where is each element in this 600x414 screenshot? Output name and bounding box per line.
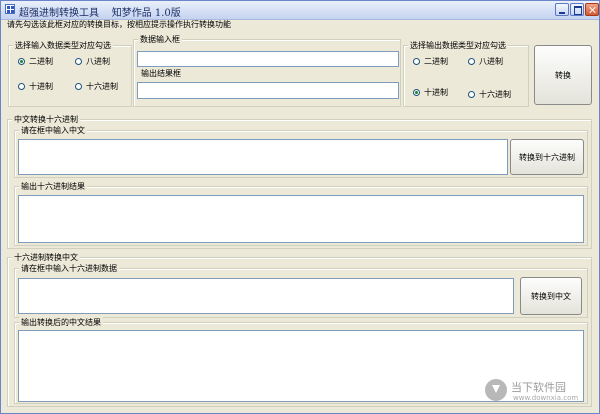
convert-button[interactable]: 转换 <box>534 45 592 105</box>
data-output-legend: 输出结果框 <box>140 68 182 79</box>
cn-input-legend: 请在框中输入中文 <box>19 125 87 136</box>
hex-input-group: 请在框中输入十六进制数据 转换到中文 <box>14 263 588 318</box>
input-radio-octal[interactable]: 八进制 <box>75 55 110 67</box>
output-radio-binary[interactable]: 二进制 <box>413 55 448 67</box>
radio-indicator[interactable] <box>18 82 25 90</box>
hex-input-legend: 请在框中输入十六进制数据 <box>19 263 119 274</box>
hex-output-legend: 输出十六进制结果 <box>19 181 87 192</box>
output-radio-decimal[interactable]: 十进制 <box>413 86 448 98</box>
radio-label: 十进制 <box>29 81 53 91</box>
input-type-group: 选择输入数据类型对应勾选 二进制 八进制 十进制 十六进制 <box>8 40 132 107</box>
data-input-legend: 数据输入框 <box>138 34 182 45</box>
radio-indicator[interactable] <box>75 82 82 90</box>
radio-label: 八进制 <box>86 56 110 66</box>
chinese-input-field[interactable] <box>18 139 508 175</box>
data-output-field[interactable] <box>137 82 399 99</box>
hex-to-cn-legend: 十六进制转换中文 <box>12 252 80 263</box>
radio-indicator[interactable] <box>413 57 420 65</box>
cn-input-group: 请在框中输入中文 转换到十六进制 <box>14 125 588 178</box>
main-window: 超强进制转换工具 知梦作品 1.0版 请先勾选该此框对应的转换目标，按相应提示操… <box>0 0 600 414</box>
cn-to-hex-legend: 中文转换十六进制 <box>12 114 80 125</box>
watermark-name: 当下软件园 <box>511 381 566 394</box>
title-bar[interactable]: 超强进制转换工具 知梦作品 1.0版 <box>1 1 599 20</box>
close-button[interactable] <box>585 3 599 16</box>
hex-output-group: 输出十六进制结果 <box>14 181 588 246</box>
data-io-group: 数据输入框 输出结果框 <box>133 34 401 107</box>
input-radio-decimal[interactable]: 十进制 <box>18 80 53 92</box>
instruction-text: 请先勾选该此框对应的转换目标，按相应提示操作执行转换功能 <box>7 20 231 29</box>
app-icon <box>5 4 15 14</box>
radio-indicator[interactable] <box>75 57 82 65</box>
radio-label: 二进制 <box>424 56 448 66</box>
watermark-url: www.downxia.com <box>513 394 579 402</box>
maximize-button[interactable] <box>570 3 584 16</box>
convert-to-hex-button[interactable]: 转换到十六进制 <box>510 139 584 175</box>
radio-indicator[interactable] <box>18 57 25 65</box>
data-input-field[interactable] <box>137 51 399 67</box>
hex-output-field[interactable] <box>18 195 584 243</box>
radio-label: 二进制 <box>29 56 53 66</box>
minimize-button[interactable] <box>555 3 569 16</box>
output-type-legend: 选择输出数据类型对应勾选 <box>408 40 508 51</box>
input-radio-hex[interactable]: 十六进制 <box>75 80 118 92</box>
radio-label: 十六进制 <box>86 81 118 91</box>
radio-indicator[interactable] <box>468 57 475 65</box>
input-radio-binary[interactable]: 二进制 <box>18 55 53 67</box>
output-radio-hex[interactable]: 十六进制 <box>468 88 511 100</box>
download-icon <box>485 379 507 401</box>
radio-label: 八进制 <box>479 56 503 66</box>
convert-to-chinese-button[interactable]: 转换到中文 <box>520 277 582 315</box>
input-type-legend: 选择输入数据类型对应勾选 <box>13 40 113 51</box>
hex-input-field[interactable] <box>18 278 514 314</box>
radio-label: 十进制 <box>424 87 448 97</box>
cn-output-legend: 输出转换后的中文结果 <box>19 317 103 328</box>
output-radio-octal[interactable]: 八进制 <box>468 55 503 67</box>
output-type-group: 选择输出数据类型对应勾选 二进制 八进制 十进制 十六进制 <box>403 40 529 107</box>
radio-label: 十六进制 <box>479 89 511 99</box>
radio-indicator[interactable] <box>468 90 475 98</box>
radio-indicator[interactable] <box>413 88 420 96</box>
window-title: 超强进制转换工具 知梦作品 1.0版 <box>19 8 181 19</box>
cn-to-hex-group: 中文转换十六进制 请在框中输入中文 转换到十六进制 输出十六进制结果 <box>7 114 592 249</box>
